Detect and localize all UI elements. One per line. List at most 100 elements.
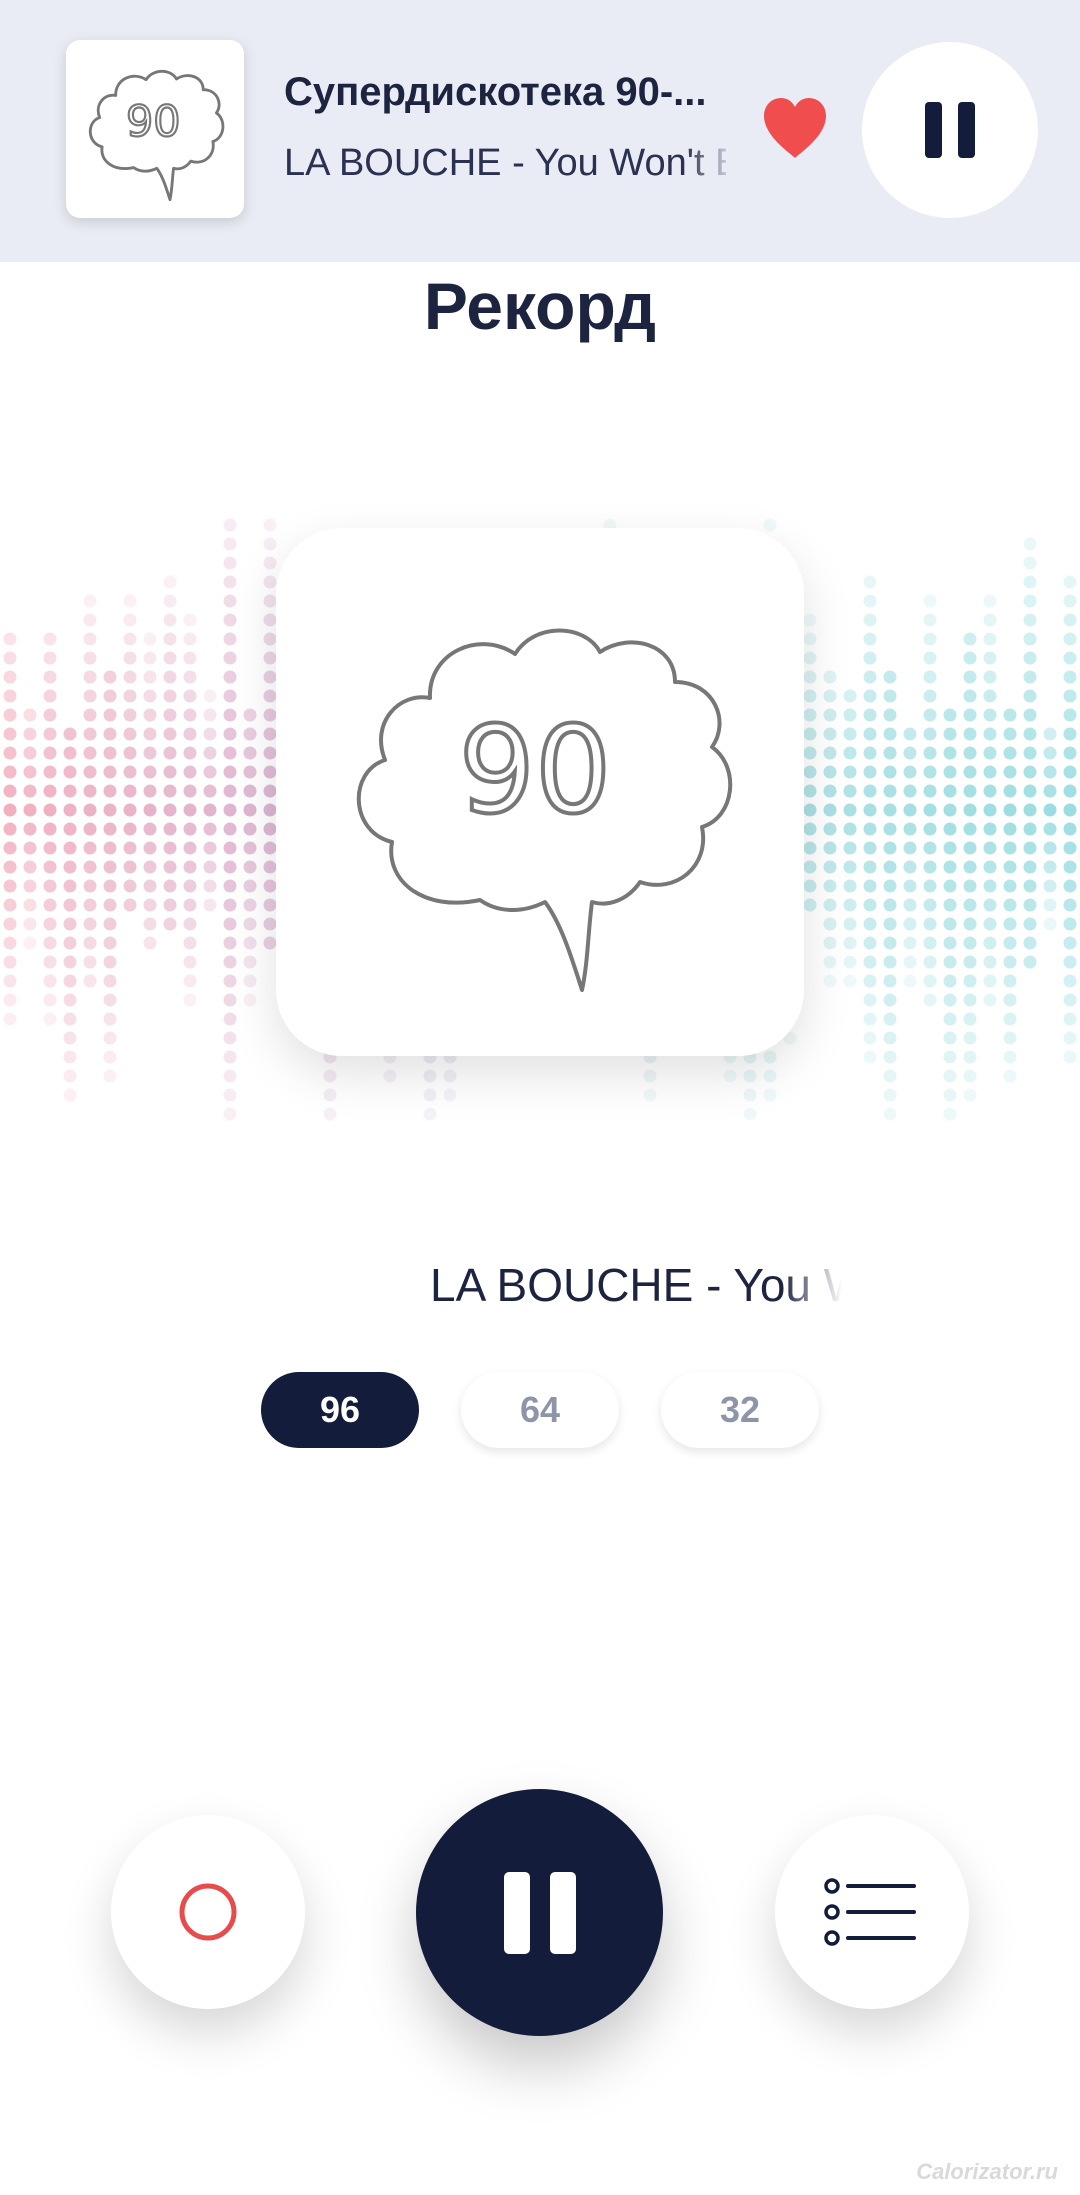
equalizer-dot: [923, 651, 937, 665]
equalizer-dot: [963, 898, 977, 912]
equalizer-dot: [243, 841, 257, 855]
equalizer-dot: [803, 765, 817, 779]
equalizer-dot: [223, 613, 237, 627]
equalizer-dot: [123, 860, 137, 874]
playlist-icon: [824, 1878, 916, 1946]
station-artwork: 90: [276, 528, 804, 1056]
equalizer-dot: [63, 917, 77, 931]
equalizer-dot: [1003, 765, 1017, 779]
equalizer-dot: [823, 860, 837, 874]
equalizer-dot: [883, 1088, 897, 1102]
equalizer-dot: [1023, 632, 1037, 646]
equalizer-dot: [43, 632, 57, 646]
equalizer-dot: [803, 822, 817, 836]
equalizer-dot: [983, 898, 997, 912]
bitrate-96-button[interactable]: 96: [261, 1372, 419, 1448]
equalizer-dot: [183, 784, 197, 798]
equalizer-dot: [1023, 841, 1037, 855]
play-pause-button[interactable]: [416, 1789, 663, 2036]
equalizer-dot: [883, 727, 897, 741]
equalizer-dot: [903, 860, 917, 874]
equalizer-dot: [63, 993, 77, 1007]
equalizer-dot: [203, 746, 217, 760]
equalizer-dot: [1023, 613, 1037, 627]
playlist-button[interactable]: [775, 1815, 969, 2009]
equalizer-dot: [63, 803, 77, 817]
equalizer-dot: [1063, 1050, 1077, 1064]
equalizer-dot: [223, 575, 237, 589]
equalizer-dot: [943, 1050, 957, 1064]
equalizer-dot: [883, 1050, 897, 1064]
equalizer-dot: [263, 784, 277, 798]
equalizer-dot: [1023, 860, 1037, 874]
equalizer-dot: [223, 898, 237, 912]
equalizer-dot: [1063, 841, 1077, 855]
equalizer-dot: [263, 727, 277, 741]
favorite-heart-icon[interactable]: [760, 96, 830, 162]
bitrate-32-button[interactable]: 32: [661, 1372, 819, 1448]
mini-pause-button[interactable]: [862, 42, 1038, 218]
equalizer-dot: [1043, 765, 1057, 779]
equalizer-dot: [103, 727, 117, 741]
equalizer-dot: [23, 746, 37, 760]
equalizer-dot: [1003, 822, 1017, 836]
equalizer-dot: [863, 822, 877, 836]
equalizer-dot: [883, 1107, 897, 1121]
equalizer-dot: [43, 936, 57, 950]
equalizer-dot: [983, 822, 997, 836]
equalizer-dot: [143, 841, 157, 855]
equalizer-dot: [883, 917, 897, 931]
equalizer-dot: [1063, 765, 1077, 779]
equalizer-dot: [83, 879, 97, 893]
equalizer-dot: [203, 689, 217, 703]
equalizer-dot: [123, 841, 137, 855]
equalizer-dot: [843, 841, 857, 855]
equalizer-dot: [243, 860, 257, 874]
equalizer-dot: [863, 784, 877, 798]
equalizer-dot: [203, 765, 217, 779]
cloud-90-logo-small: 90: [88, 69, 225, 202]
mini-player-bar[interactable]: 90 Супердискотека 90-... LA BOUCHE - You…: [0, 0, 1080, 262]
equalizer-dot: [23, 917, 37, 931]
equalizer-dot: [183, 898, 197, 912]
equalizer-dot: [903, 841, 917, 855]
equalizer-dot: [803, 746, 817, 760]
equalizer-dot: [223, 936, 237, 950]
equalizer-dot: [823, 784, 837, 798]
equalizer-dot: [163, 613, 177, 627]
equalizer-dot: [1063, 746, 1077, 760]
equalizer-dot: [203, 727, 217, 741]
equalizer-dot: [923, 803, 937, 817]
equalizer-dot: [883, 974, 897, 988]
equalizer-dot: [963, 632, 977, 646]
equalizer-dot: [1003, 1031, 1017, 1045]
mini-artwork[interactable]: 90: [66, 40, 244, 218]
equalizer-dot: [223, 670, 237, 684]
equalizer-dot: [763, 1088, 777, 1102]
equalizer-dot: [963, 955, 977, 969]
equalizer-dot: [963, 879, 977, 893]
equalizer-dot: [943, 879, 957, 893]
bitrate-64-button[interactable]: 64: [461, 1372, 619, 1448]
equalizer-dot: [183, 993, 197, 1007]
equalizer-dot: [963, 1012, 977, 1026]
equalizer-dot: [263, 841, 277, 855]
equalizer-dot: [83, 974, 97, 988]
equalizer-dot: [1023, 898, 1037, 912]
equalizer-dot: [123, 803, 137, 817]
equalizer-dot: [983, 594, 997, 608]
equalizer-dot: [123, 632, 137, 646]
equalizer-dot: [923, 841, 937, 855]
equalizer-dot: [1043, 898, 1057, 912]
equalizer-dot: [243, 879, 257, 893]
equalizer-dot: [263, 651, 277, 665]
equalizer-dot: [123, 727, 137, 741]
equalizer-dot: [963, 727, 977, 741]
equalizer-dot: [163, 651, 177, 665]
equalizer-dot: [223, 841, 237, 855]
record-icon: [179, 1883, 237, 1941]
equalizer-dot: [123, 879, 137, 893]
record-button[interactable]: [111, 1815, 305, 2009]
equalizer-dot: [1023, 746, 1037, 760]
equalizer-dot: [943, 974, 957, 988]
